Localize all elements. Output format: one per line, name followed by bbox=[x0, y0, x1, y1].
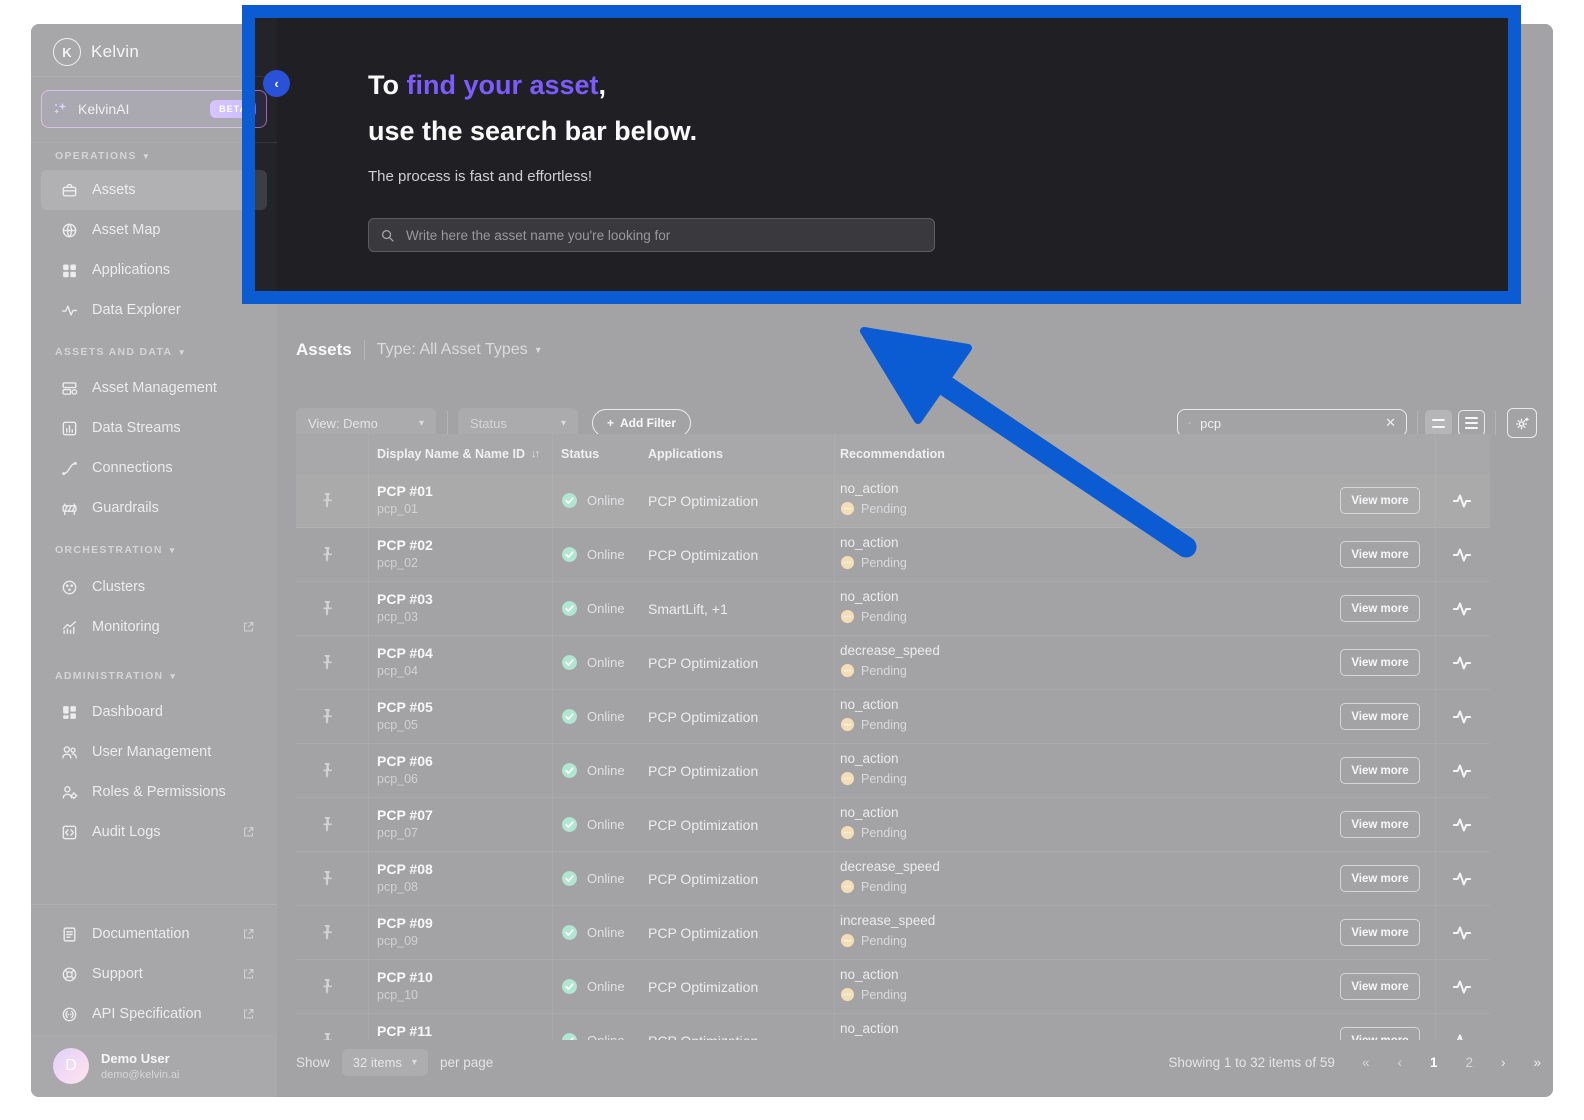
dim-overlay bbox=[31, 291, 1553, 1097]
sidebar-collapse-button[interactable]: ‹ bbox=[263, 70, 290, 97]
tour-highlight-border bbox=[242, 5, 1521, 304]
dim-overlay bbox=[31, 24, 255, 291]
screenshot-root: K Kelvin KelvinAI BETA OPERATIONS▾ Asset… bbox=[0, 0, 1584, 1120]
